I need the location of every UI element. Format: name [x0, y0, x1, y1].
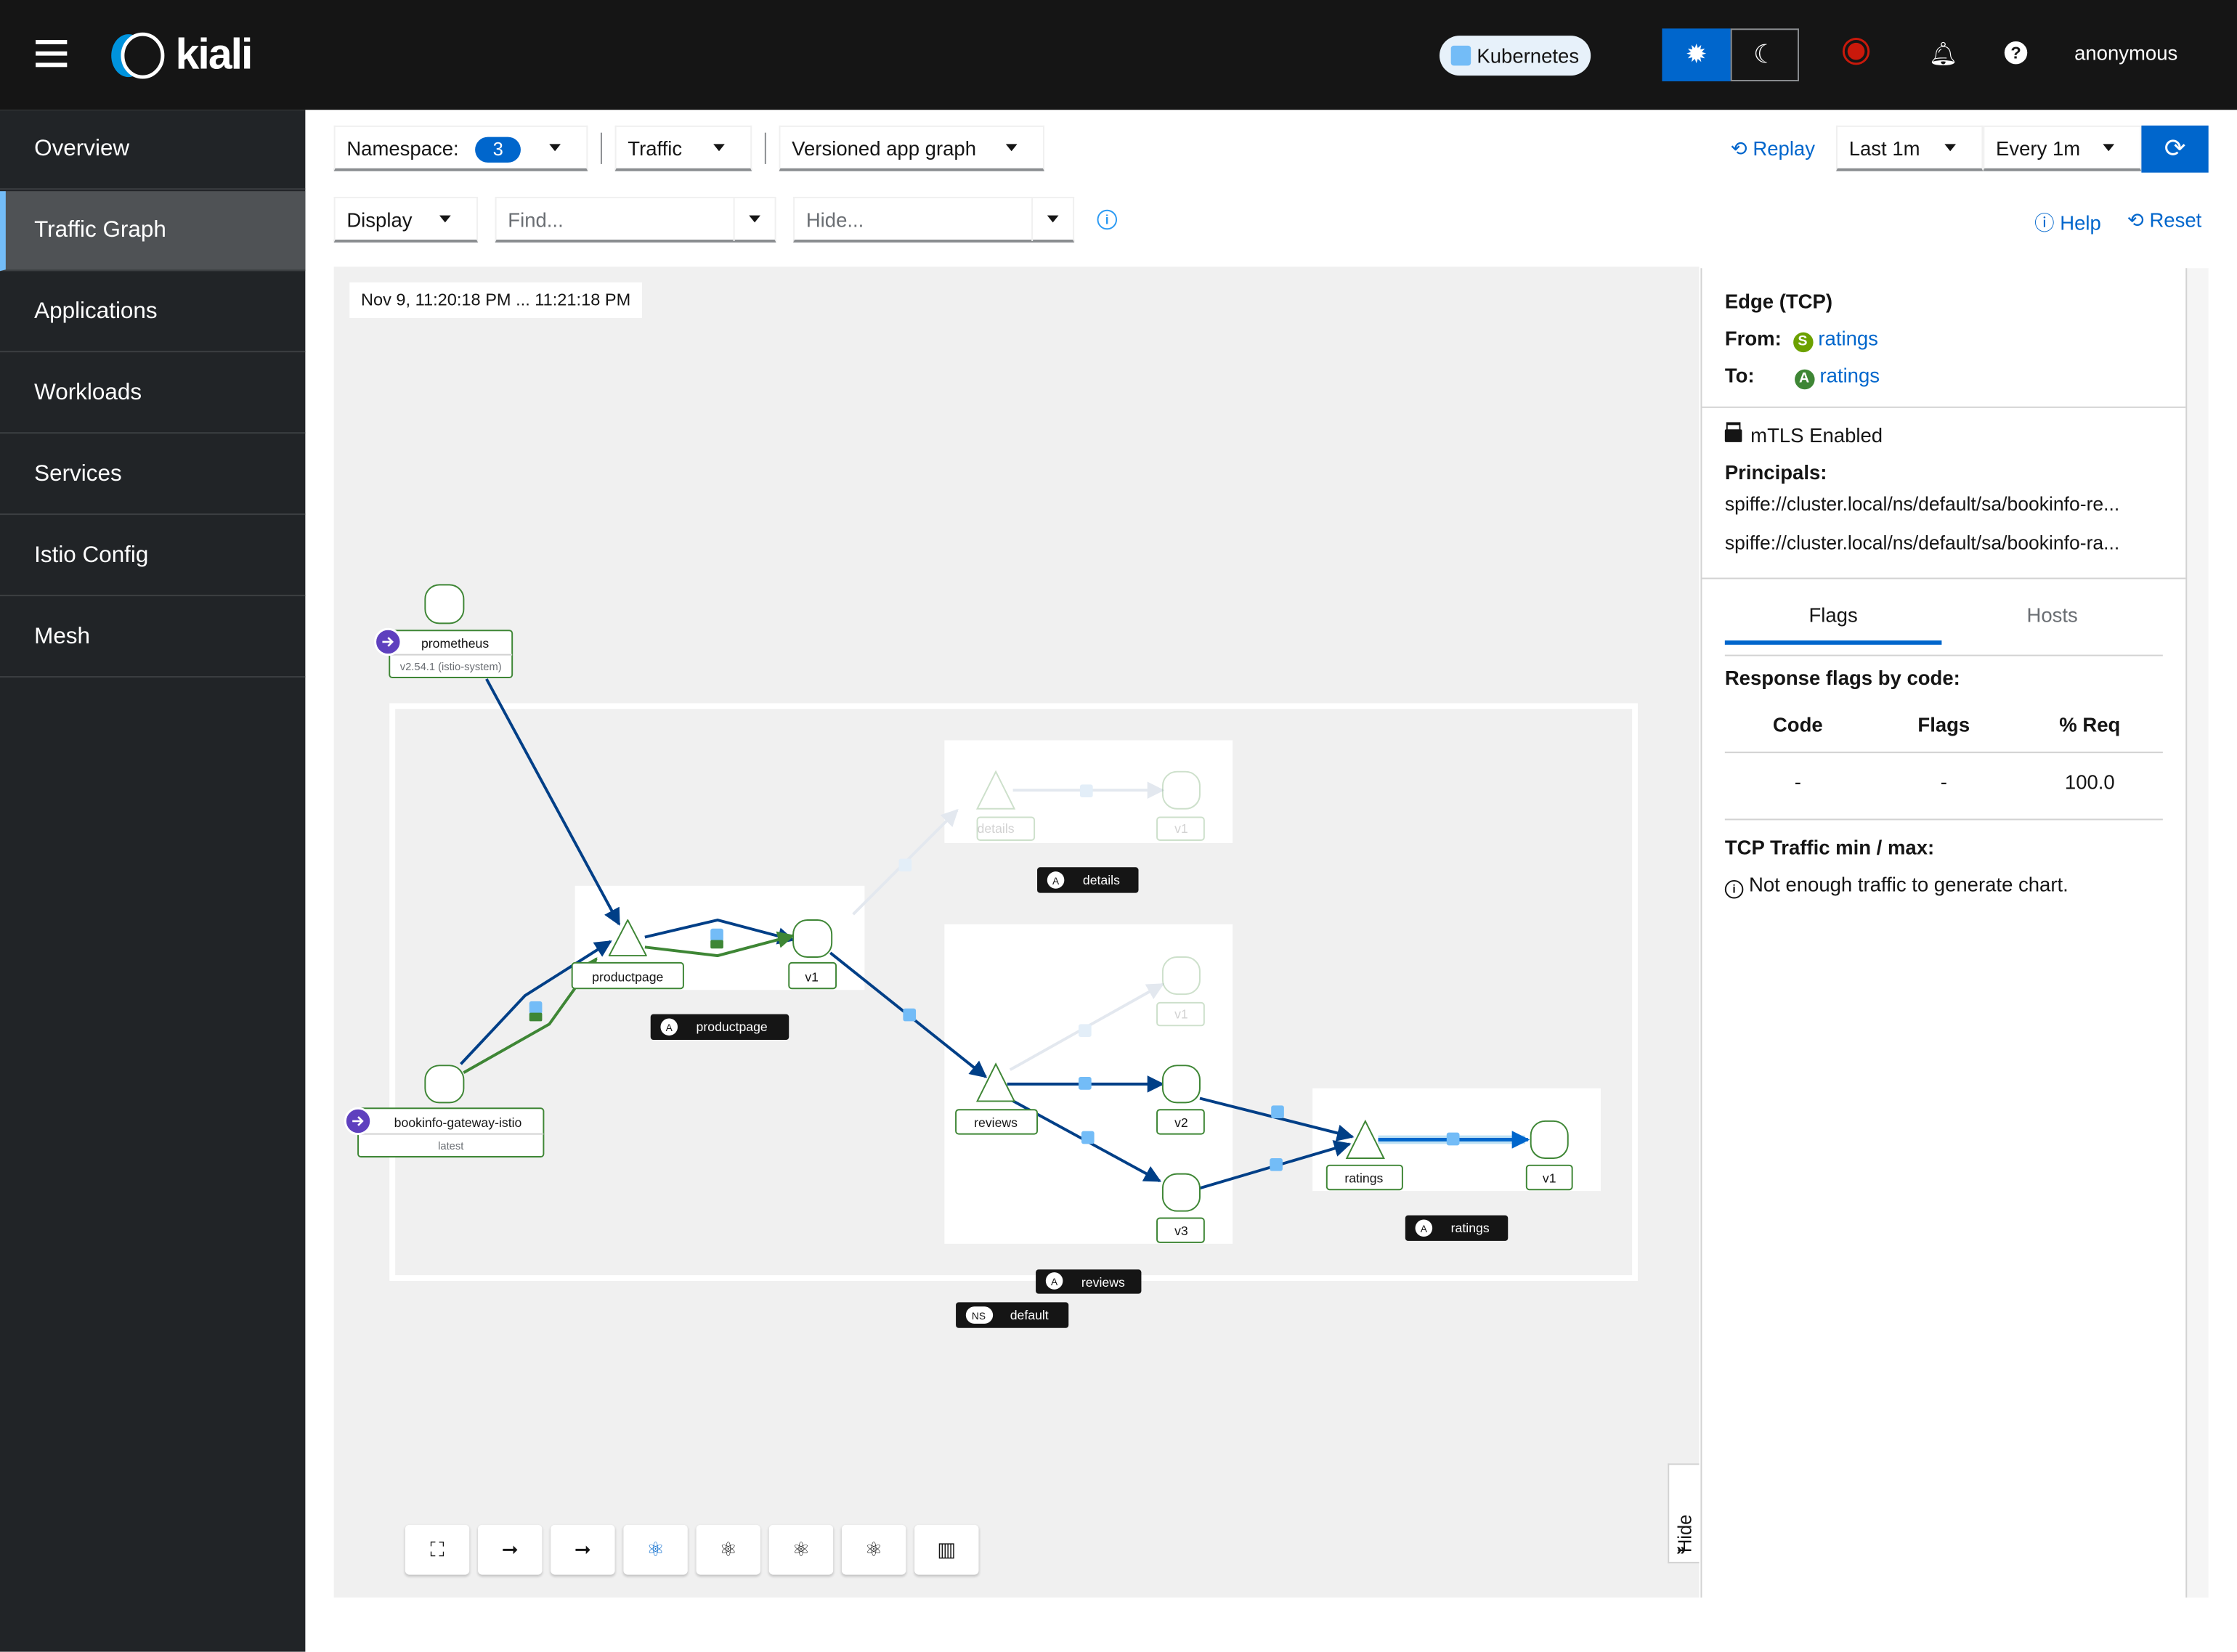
box-label-reviews: Areviews [1036, 1269, 1142, 1294]
svg-text:reviews: reviews [1081, 1275, 1125, 1290]
flags-title: Response flags by code: [1724, 666, 1960, 689]
column-header: Code [1772, 713, 1823, 736]
box-label-details: Adetails [1037, 867, 1139, 893]
svg-text:default: default [1010, 1308, 1049, 1322]
zoom-in-button[interactable]: ➞ [478, 1524, 543, 1575]
tcp-traffic-title: TCP Traffic min / max: [1724, 836, 1935, 859]
layout-default-icon: ⚛ [646, 1537, 665, 1561]
principals-label: Principals: [1724, 460, 1827, 484]
node-label-reviews-v2: v2 [1174, 1115, 1188, 1130]
lock-icon [710, 928, 723, 942]
lock-icon [898, 858, 912, 872]
box-label-namespace-default: NS default [956, 1302, 1069, 1328]
zoom-out-button[interactable]: ➞ [551, 1524, 615, 1575]
svg-text:A: A [1052, 876, 1060, 887]
node-label-prometheus-version: v2.54.1 (istio-system) [400, 662, 502, 673]
svg-text:productpage: productpage [697, 1020, 768, 1034]
arrow-right-icon: ➞ [501, 1537, 519, 1561]
column-header: Flags [1917, 713, 1970, 736]
svg-text:ratings: ratings [1451, 1221, 1490, 1235]
node-label-reviews: reviews [974, 1115, 1018, 1130]
cell-percent: 100.0 [2064, 770, 2115, 794]
node-productpage-v1[interactable] [792, 919, 833, 959]
arrow-right-icon: ➞ [574, 1537, 591, 1561]
column-header: % Req [2059, 713, 2121, 736]
box-label-ratings: Aratings [1405, 1215, 1509, 1241]
fit-to-screen-button[interactable]: ⛶ [405, 1524, 470, 1575]
node-gateway[interactable] [424, 1065, 465, 1104]
node-label-details: details [978, 821, 1015, 836]
layout-2-button[interactable]: ⚛ [768, 1524, 834, 1575]
layout-1-icon: ⚛ [719, 1537, 738, 1561]
node-label-gateway-version: latest [438, 1141, 463, 1152]
tab-hosts[interactable]: Hosts [1941, 603, 2162, 640]
node-label-details-v1: v1 [1174, 821, 1188, 836]
tcp-traffic-note: Not enough traffic to generate chart. [1749, 873, 2068, 896]
tab-flags[interactable]: Flags [1724, 603, 1942, 645]
panel-scrollbar[interactable] [2185, 268, 2209, 1598]
layout-3-icon: ⚛ [864, 1537, 883, 1561]
to-label: To: [1724, 363, 1755, 387]
node-label-ratings-v1: v1 [1543, 1171, 1556, 1185]
cell-code: - [1794, 770, 1801, 794]
principal-destination: spiffe://cluster.local/ns/default/sa/boo… [1724, 532, 2120, 554]
lock-icon [1079, 1077, 1092, 1090]
divider [1702, 577, 2188, 579]
layout-3-button[interactable]: ⚛ [841, 1524, 906, 1575]
layout-1-button[interactable]: ⚛ [696, 1524, 760, 1575]
node-details-v1[interactable] [1161, 770, 1201, 810]
svg-text:A: A [1421, 1224, 1428, 1234]
node-prometheus[interactable] [424, 584, 465, 624]
lock-icon [1079, 1024, 1092, 1038]
svg-text:details: details [1083, 873, 1120, 887]
node-label-reviews-v3: v3 [1174, 1224, 1188, 1238]
from-link[interactable]: ratings [1818, 327, 1878, 349]
info-icon: i [1724, 879, 1744, 899]
expand-icon: ⛶ [430, 1537, 444, 1561]
edge-summary-panel: Edge (TCP) From: S ratings To: A ratings… [1700, 268, 2188, 1598]
node-reviews-v3[interactable] [1161, 1173, 1201, 1212]
service-badge-icon: S [1793, 332, 1813, 353]
lock-icon [1079, 784, 1093, 798]
lock-icon [903, 1008, 917, 1022]
node-label-gateway: bookinfo-gateway-istio [394, 1115, 522, 1130]
lock-icon [1724, 429, 1742, 442]
box-label-productpage: Aproductpage [650, 1014, 789, 1040]
svg-text:NS: NS [972, 1311, 986, 1322]
principal-source: spiffe://cluster.local/ns/default/sa/boo… [1724, 493, 2120, 516]
svg-text:A: A [666, 1022, 673, 1033]
legend-map-icon: ▥ [937, 1537, 957, 1561]
from-label: From: [1724, 326, 1782, 350]
lock-icon [529, 1001, 543, 1014]
node-reviews-v2[interactable] [1161, 1065, 1201, 1104]
lock-icon [1271, 1105, 1284, 1119]
node-label-ratings: ratings [1344, 1171, 1383, 1185]
legend-button[interactable]: ▥ [914, 1524, 979, 1575]
node-label-reviews-v1: v1 [1174, 1007, 1188, 1022]
app-badge-icon: A [1794, 369, 1814, 390]
lock-icon [1446, 1132, 1460, 1146]
svg-text:A: A [1051, 1277, 1058, 1287]
cell-flags: - [1940, 770, 1947, 794]
mtls-status: mTLS Enabled [1750, 423, 1883, 447]
node-label-productpage: productpage [592, 969, 663, 984]
node-label-prometheus: prometheus [421, 636, 489, 651]
lock-icon [1081, 1131, 1095, 1144]
layout-default-button[interactable]: ⚛ [623, 1524, 688, 1575]
hide-panel-tab[interactable]: Hide » [1668, 1463, 1700, 1563]
divider [1702, 406, 2188, 408]
flags-table: Code Flags % Req - - 100.0 [1724, 713, 2163, 821]
panel-title: Edge (TCP) [1724, 289, 1833, 313]
node-ratings-v1[interactable] [1530, 1120, 1569, 1159]
table-row: - - 100.0 [1724, 753, 2163, 821]
lock-icon [1270, 1158, 1283, 1171]
node-reviews-v1[interactable] [1161, 956, 1201, 996]
layout-2-icon: ⚛ [792, 1537, 811, 1561]
node-label-productpage-v1: v1 [805, 969, 819, 984]
to-link[interactable]: ratings [1819, 364, 1880, 386]
double-chevron-icon: » [1676, 1539, 1686, 1559]
